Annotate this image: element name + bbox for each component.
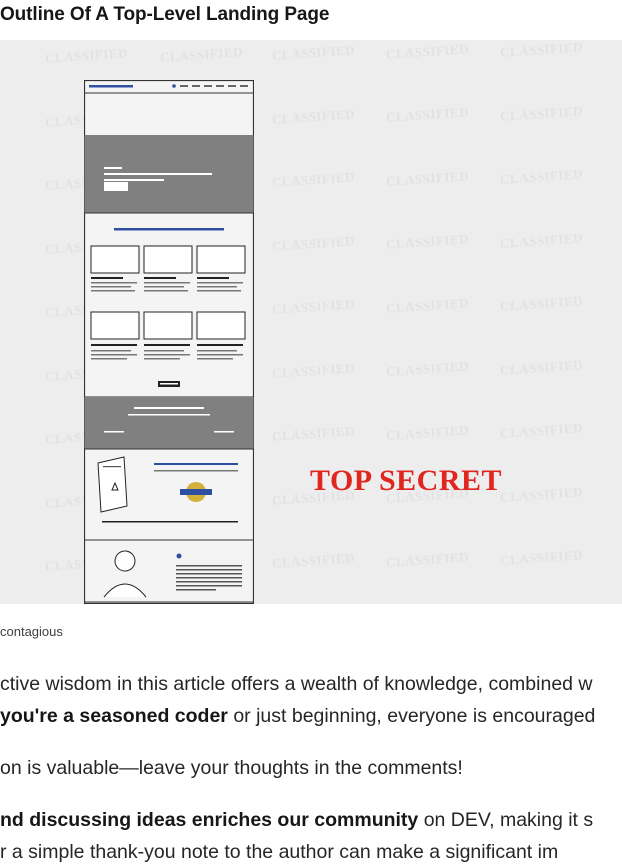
watermark-text: CLASSIFIED xyxy=(385,294,470,316)
watermark-text: CLASSIFIED xyxy=(385,548,470,570)
watermark-text: CLASSIFIED xyxy=(499,293,584,314)
watermark-text: CLASSIFIED xyxy=(271,359,356,381)
watermark-text: CLASSIFIED xyxy=(385,358,470,379)
watermark-text: CLASSIFIED xyxy=(271,42,356,63)
paragraph-line: nd discussing ideas enriches our communi… xyxy=(0,809,594,831)
watermark-text: CLASSIFIED xyxy=(385,231,470,252)
watermark-text: CLASSIFIED xyxy=(271,232,356,254)
image-caption: contagious xyxy=(0,624,63,639)
article-heading: Outline Of A Top-Level Landing Page xyxy=(0,4,330,25)
paragraph-line: on is valuable—leave your thoughts in th… xyxy=(0,757,463,779)
watermark-text: CLASSIFIED xyxy=(271,550,356,571)
watermark-text: CLASSIFIED xyxy=(499,547,584,568)
paragraph-line: you're a seasoned coder or just beginnin… xyxy=(0,705,596,727)
paragraph-line: ctive wisdom in this article offers a we… xyxy=(0,673,593,695)
watermark-text: CLASSIFIED xyxy=(271,169,356,190)
landing-page-wireframe xyxy=(84,80,254,604)
article-image: CLASSIFIED CLASSIFIED CLASSIFIED CLASSIFIED… xyxy=(0,40,622,604)
watermark-text: CLASSIFIED xyxy=(385,421,470,443)
emphasis-text: you're a seasoned coder xyxy=(0,705,228,727)
watermark-text: CLASSIFIED xyxy=(385,40,470,62)
paragraph-line: r a simple thank-you note to the author … xyxy=(0,841,559,863)
watermark-text: CLASSIFIED xyxy=(499,40,584,60)
watermark-text: CLASSIFIED xyxy=(499,356,584,378)
emphasis-text: nd discussing ideas enriches our communi… xyxy=(0,809,419,831)
watermark-text: CLASSIFIED xyxy=(159,43,244,65)
watermark-text: CLASSIFIED xyxy=(499,166,584,187)
watermark-text: CLASSIFIED xyxy=(271,296,356,317)
watermark-text: CLASSIFIED xyxy=(499,102,584,124)
watermark-text: CLASSIFIED xyxy=(44,45,129,66)
watermark-text: CLASSIFIED xyxy=(385,167,470,189)
watermark-text: CLASSIFIED xyxy=(499,420,584,441)
watermark-text: CLASSIFIED xyxy=(271,105,356,127)
top-secret-stamp: TOP SECRET xyxy=(310,464,503,497)
watermark-text: CLASSIFIED xyxy=(271,423,356,444)
watermark-text: CLASSIFIED xyxy=(385,104,470,125)
watermark-text: CLASSIFIED xyxy=(499,229,584,251)
watermark-text: CLASSIFIED xyxy=(499,483,584,505)
